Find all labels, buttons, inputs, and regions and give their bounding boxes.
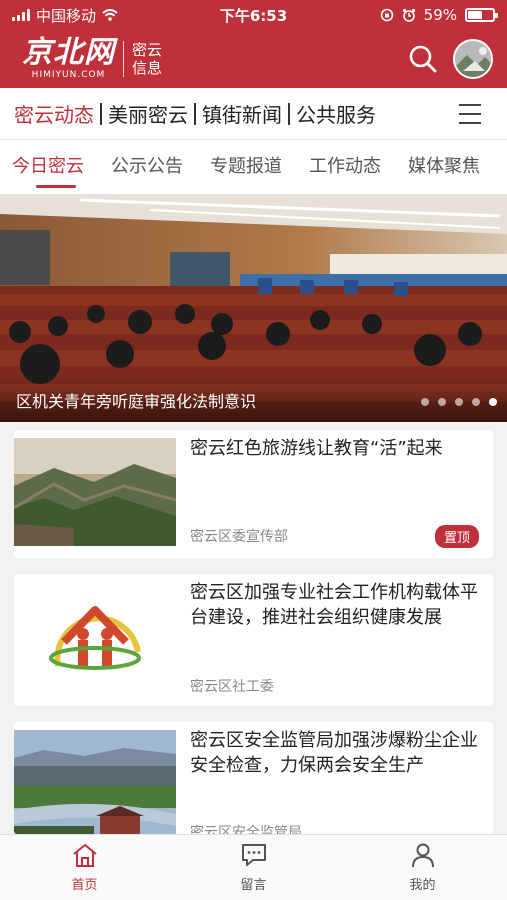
status-bar: 中国移动 下午6:53 59% (0, 0, 507, 30)
hero-banner[interactable]: 区机关青年旁听庭审强化法制意识 (0, 194, 507, 422)
app-header: 中国移动 下午6:53 59% 京北网 HIMIYUN.COM 密云 信息 (0, 0, 507, 88)
carousel-dot[interactable] (489, 398, 497, 406)
sub-category-tabs: 今日密云 公示公告 专题报道 工作动态 媒体聚焦 (0, 140, 507, 194)
sub-tab-work-updates[interactable]: 工作动态 (309, 140, 381, 194)
pinned-badge: 置顶 (434, 525, 479, 548)
search-icon (409, 45, 437, 73)
news-title: 密云红色旅游线让教育“活”起来 (190, 438, 443, 459)
news-source: 密云区社工委 (190, 679, 274, 695)
main-tab-town-news[interactable]: 镇街新闻 (202, 99, 282, 128)
tab-separator (288, 102, 290, 125)
news-item[interactable]: 密云区安全监管局加强涉爆粉尘企业安全检查，力保两会安全生产 密云区安全监管局 (14, 722, 493, 834)
carousel-dots (421, 398, 497, 406)
tab-home-label: 首页 (71, 878, 98, 893)
carousel-dot[interactable] (455, 398, 463, 406)
bottom-tab-bar: 首页 留言 我的 (0, 834, 507, 900)
logo-divider (123, 41, 124, 77)
tab-profile-label: 我的 (409, 878, 436, 893)
carousel-dot[interactable] (438, 398, 446, 406)
main-tab-beautiful-miyun[interactable]: 美丽密云 (108, 99, 188, 128)
logo-title: 京北网 (22, 35, 115, 70)
battery-icon (465, 8, 498, 22)
battery-percent: 59% (423, 6, 457, 24)
logo-side-line-1: 密云 (132, 41, 163, 59)
avatar-image (455, 41, 491, 77)
tab-separator (100, 102, 102, 125)
news-source: 密云区委宣传部 (190, 529, 288, 545)
news-item[interactable]: 密云红色旅游线让教育“活”起来 密云区委宣传部 置顶 (14, 430, 493, 558)
news-item[interactable]: 密云区加强专业社会工作机构载体平台建设，推进社会组织健康发展 密云区社工委 (14, 574, 493, 706)
news-source: 密云区安全监管局 (190, 825, 302, 834)
main-tab-miyun-news[interactable]: 密云动态 (14, 99, 94, 128)
logo-subtitle: HIMIYUN.COM (31, 70, 106, 80)
tab-message-label: 留言 (240, 878, 267, 893)
menu-icon[interactable] (459, 104, 481, 124)
news-thumbnail (14, 730, 176, 834)
sub-tab-special-reports[interactable]: 专题报道 (210, 140, 282, 194)
tab-separator (194, 102, 196, 125)
sub-tab-announcements[interactable]: 公示公告 (111, 140, 183, 194)
site-logo[interactable]: 京北网 HIMIYUN.COM 密云 信息 (22, 35, 163, 81)
news-title: 密云区加强专业社会工作机构载体平台建设，推进社会组织健康发展 (190, 582, 478, 628)
rotation-lock-icon (380, 8, 393, 22)
signal-icon (12, 9, 30, 21)
tab-profile[interactable]: 我的 (338, 835, 507, 900)
news-thumbnail (14, 582, 176, 690)
avatar[interactable] (453, 39, 493, 79)
logo-side-line-2: 信息 (132, 59, 163, 77)
status-time: 下午6:53 (219, 6, 288, 25)
sub-tab-media-focus[interactable]: 媒体聚焦 (408, 140, 480, 194)
message-icon (241, 844, 266, 866)
main-tab-public-service[interactable]: 公共服务 (296, 99, 376, 128)
news-thumbnail (14, 438, 176, 546)
home-icon (72, 844, 97, 867)
tab-home[interactable]: 首页 (0, 835, 169, 900)
sub-tab-today-miyun[interactable]: 今日密云 (12, 140, 84, 194)
great-wall-image (14, 438, 176, 546)
city-river-image (14, 730, 176, 834)
wifi-icon (102, 9, 118, 21)
main-category-nav: 密云动态 美丽密云 镇街新闻 公共服务 (0, 88, 507, 140)
carousel-dot[interactable] (472, 398, 480, 406)
news-title: 密云区安全监管局加强涉爆粉尘企业安全检查，力保两会安全生产 (190, 730, 478, 776)
search-button[interactable] (403, 39, 443, 79)
user-icon (411, 843, 434, 868)
app-bar: 京北网 HIMIYUN.COM 密云 信息 (0, 30, 507, 88)
tab-message[interactable]: 留言 (169, 835, 338, 900)
alarm-icon (402, 8, 415, 22)
carrier-label: 中国移动 (36, 6, 97, 25)
carousel-dot[interactable] (421, 398, 429, 406)
social-work-logo-image (14, 582, 176, 690)
